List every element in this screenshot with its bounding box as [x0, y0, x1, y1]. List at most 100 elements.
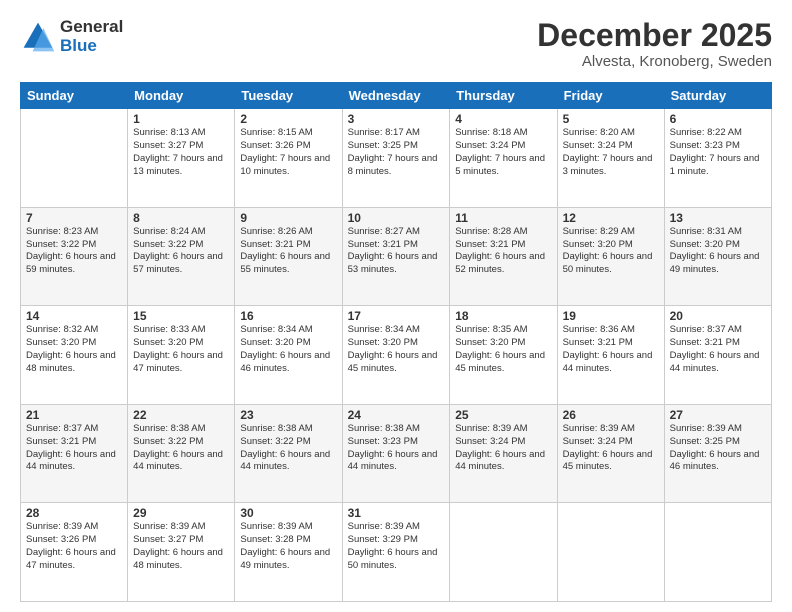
table-row: 15Sunrise: 8:33 AM Sunset: 3:20 PM Dayli…	[128, 306, 235, 405]
calendar-header-row: Sunday Monday Tuesday Wednesday Thursday…	[21, 83, 772, 109]
day-info: Sunrise: 8:29 AM Sunset: 3:20 PM Dayligh…	[563, 226, 659, 277]
logo-general: General	[60, 18, 123, 37]
day-info: Sunrise: 8:39 AM Sunset: 3:29 PM Dayligh…	[348, 521, 445, 572]
calendar-week-4: 28Sunrise: 8:39 AM Sunset: 3:26 PM Dayli…	[21, 503, 772, 602]
main-title: December 2025	[537, 18, 772, 53]
table-row	[21, 109, 128, 208]
day-number: 12	[563, 211, 659, 225]
col-sunday: Sunday	[21, 83, 128, 109]
table-row: 28Sunrise: 8:39 AM Sunset: 3:26 PM Dayli…	[21, 503, 128, 602]
day-number: 16	[240, 309, 336, 323]
table-row: 21Sunrise: 8:37 AM Sunset: 3:21 PM Dayli…	[21, 404, 128, 503]
table-row: 12Sunrise: 8:29 AM Sunset: 3:20 PM Dayli…	[557, 207, 664, 306]
day-info: Sunrise: 8:39 AM Sunset: 3:28 PM Dayligh…	[240, 521, 336, 572]
day-info: Sunrise: 8:37 AM Sunset: 3:21 PM Dayligh…	[670, 324, 766, 375]
table-row: 8Sunrise: 8:24 AM Sunset: 3:22 PM Daylig…	[128, 207, 235, 306]
table-row: 26Sunrise: 8:39 AM Sunset: 3:24 PM Dayli…	[557, 404, 664, 503]
day-number: 13	[670, 211, 766, 225]
table-row: 6Sunrise: 8:22 AM Sunset: 3:23 PM Daylig…	[664, 109, 771, 208]
day-info: Sunrise: 8:39 AM Sunset: 3:24 PM Dayligh…	[563, 423, 659, 474]
day-info: Sunrise: 8:39 AM Sunset: 3:26 PM Dayligh…	[26, 521, 122, 572]
table-row: 10Sunrise: 8:27 AM Sunset: 3:21 PM Dayli…	[342, 207, 450, 306]
day-info: Sunrise: 8:38 AM Sunset: 3:23 PM Dayligh…	[348, 423, 445, 474]
title-block: December 2025 Alvesta, Kronoberg, Sweden	[537, 18, 772, 70]
day-number: 6	[670, 112, 766, 126]
day-number: 11	[455, 211, 551, 225]
table-row: 11Sunrise: 8:28 AM Sunset: 3:21 PM Dayli…	[450, 207, 557, 306]
day-info: Sunrise: 8:37 AM Sunset: 3:21 PM Dayligh…	[26, 423, 122, 474]
table-row: 9Sunrise: 8:26 AM Sunset: 3:21 PM Daylig…	[235, 207, 342, 306]
day-number: 4	[455, 112, 551, 126]
calendar-week-3: 21Sunrise: 8:37 AM Sunset: 3:21 PM Dayli…	[21, 404, 772, 503]
day-info: Sunrise: 8:39 AM Sunset: 3:24 PM Dayligh…	[455, 423, 551, 474]
table-row: 30Sunrise: 8:39 AM Sunset: 3:28 PM Dayli…	[235, 503, 342, 602]
col-wednesday: Wednesday	[342, 83, 450, 109]
day-number: 30	[240, 506, 336, 520]
day-info: Sunrise: 8:32 AM Sunset: 3:20 PM Dayligh…	[26, 324, 122, 375]
logo-icon	[20, 19, 56, 55]
day-number: 19	[563, 309, 659, 323]
table-row	[450, 503, 557, 602]
table-row: 18Sunrise: 8:35 AM Sunset: 3:20 PM Dayli…	[450, 306, 557, 405]
day-number: 2	[240, 112, 336, 126]
calendar: Sunday Monday Tuesday Wednesday Thursday…	[20, 82, 772, 602]
day-number: 23	[240, 408, 336, 422]
table-row: 25Sunrise: 8:39 AM Sunset: 3:24 PM Dayli…	[450, 404, 557, 503]
calendar-week-1: 7Sunrise: 8:23 AM Sunset: 3:22 PM Daylig…	[21, 207, 772, 306]
day-info: Sunrise: 8:26 AM Sunset: 3:21 PM Dayligh…	[240, 226, 336, 277]
day-number: 21	[26, 408, 122, 422]
table-row	[557, 503, 664, 602]
day-number: 31	[348, 506, 445, 520]
table-row: 24Sunrise: 8:38 AM Sunset: 3:23 PM Dayli…	[342, 404, 450, 503]
subtitle: Alvesta, Kronoberg, Sweden	[537, 53, 772, 70]
table-row: 1Sunrise: 8:13 AM Sunset: 3:27 PM Daylig…	[128, 109, 235, 208]
day-info: Sunrise: 8:35 AM Sunset: 3:20 PM Dayligh…	[455, 324, 551, 375]
table-row: 7Sunrise: 8:23 AM Sunset: 3:22 PM Daylig…	[21, 207, 128, 306]
calendar-week-0: 1Sunrise: 8:13 AM Sunset: 3:27 PM Daylig…	[21, 109, 772, 208]
day-number: 1	[133, 112, 229, 126]
table-row: 16Sunrise: 8:34 AM Sunset: 3:20 PM Dayli…	[235, 306, 342, 405]
day-number: 3	[348, 112, 445, 126]
calendar-week-2: 14Sunrise: 8:32 AM Sunset: 3:20 PM Dayli…	[21, 306, 772, 405]
logo-blue: Blue	[60, 37, 123, 56]
day-number: 28	[26, 506, 122, 520]
day-info: Sunrise: 8:33 AM Sunset: 3:20 PM Dayligh…	[133, 324, 229, 375]
day-info: Sunrise: 8:18 AM Sunset: 3:24 PM Dayligh…	[455, 127, 551, 178]
table-row: 19Sunrise: 8:36 AM Sunset: 3:21 PM Dayli…	[557, 306, 664, 405]
day-info: Sunrise: 8:17 AM Sunset: 3:25 PM Dayligh…	[348, 127, 445, 178]
day-number: 20	[670, 309, 766, 323]
day-number: 15	[133, 309, 229, 323]
table-row: 20Sunrise: 8:37 AM Sunset: 3:21 PM Dayli…	[664, 306, 771, 405]
day-number: 29	[133, 506, 229, 520]
col-saturday: Saturday	[664, 83, 771, 109]
day-info: Sunrise: 8:31 AM Sunset: 3:20 PM Dayligh…	[670, 226, 766, 277]
day-info: Sunrise: 8:39 AM Sunset: 3:27 PM Dayligh…	[133, 521, 229, 572]
day-number: 27	[670, 408, 766, 422]
day-number: 9	[240, 211, 336, 225]
table-row: 22Sunrise: 8:38 AM Sunset: 3:22 PM Dayli…	[128, 404, 235, 503]
table-row: 13Sunrise: 8:31 AM Sunset: 3:20 PM Dayli…	[664, 207, 771, 306]
col-monday: Monday	[128, 83, 235, 109]
table-row: 31Sunrise: 8:39 AM Sunset: 3:29 PM Dayli…	[342, 503, 450, 602]
table-row: 5Sunrise: 8:20 AM Sunset: 3:24 PM Daylig…	[557, 109, 664, 208]
day-number: 22	[133, 408, 229, 422]
table-row: 14Sunrise: 8:32 AM Sunset: 3:20 PM Dayli…	[21, 306, 128, 405]
day-info: Sunrise: 8:24 AM Sunset: 3:22 PM Dayligh…	[133, 226, 229, 277]
day-info: Sunrise: 8:34 AM Sunset: 3:20 PM Dayligh…	[348, 324, 445, 375]
table-row: 4Sunrise: 8:18 AM Sunset: 3:24 PM Daylig…	[450, 109, 557, 208]
table-row	[664, 503, 771, 602]
day-number: 7	[26, 211, 122, 225]
day-number: 17	[348, 309, 445, 323]
page: General Blue December 2025 Alvesta, Kron…	[0, 0, 792, 612]
day-number: 10	[348, 211, 445, 225]
table-row: 3Sunrise: 8:17 AM Sunset: 3:25 PM Daylig…	[342, 109, 450, 208]
day-number: 26	[563, 408, 659, 422]
col-tuesday: Tuesday	[235, 83, 342, 109]
day-info: Sunrise: 8:13 AM Sunset: 3:27 PM Dayligh…	[133, 127, 229, 178]
table-row: 29Sunrise: 8:39 AM Sunset: 3:27 PM Dayli…	[128, 503, 235, 602]
logo: General Blue	[20, 18, 123, 55]
day-info: Sunrise: 8:27 AM Sunset: 3:21 PM Dayligh…	[348, 226, 445, 277]
table-row: 23Sunrise: 8:38 AM Sunset: 3:22 PM Dayli…	[235, 404, 342, 503]
day-info: Sunrise: 8:34 AM Sunset: 3:20 PM Dayligh…	[240, 324, 336, 375]
day-info: Sunrise: 8:15 AM Sunset: 3:26 PM Dayligh…	[240, 127, 336, 178]
